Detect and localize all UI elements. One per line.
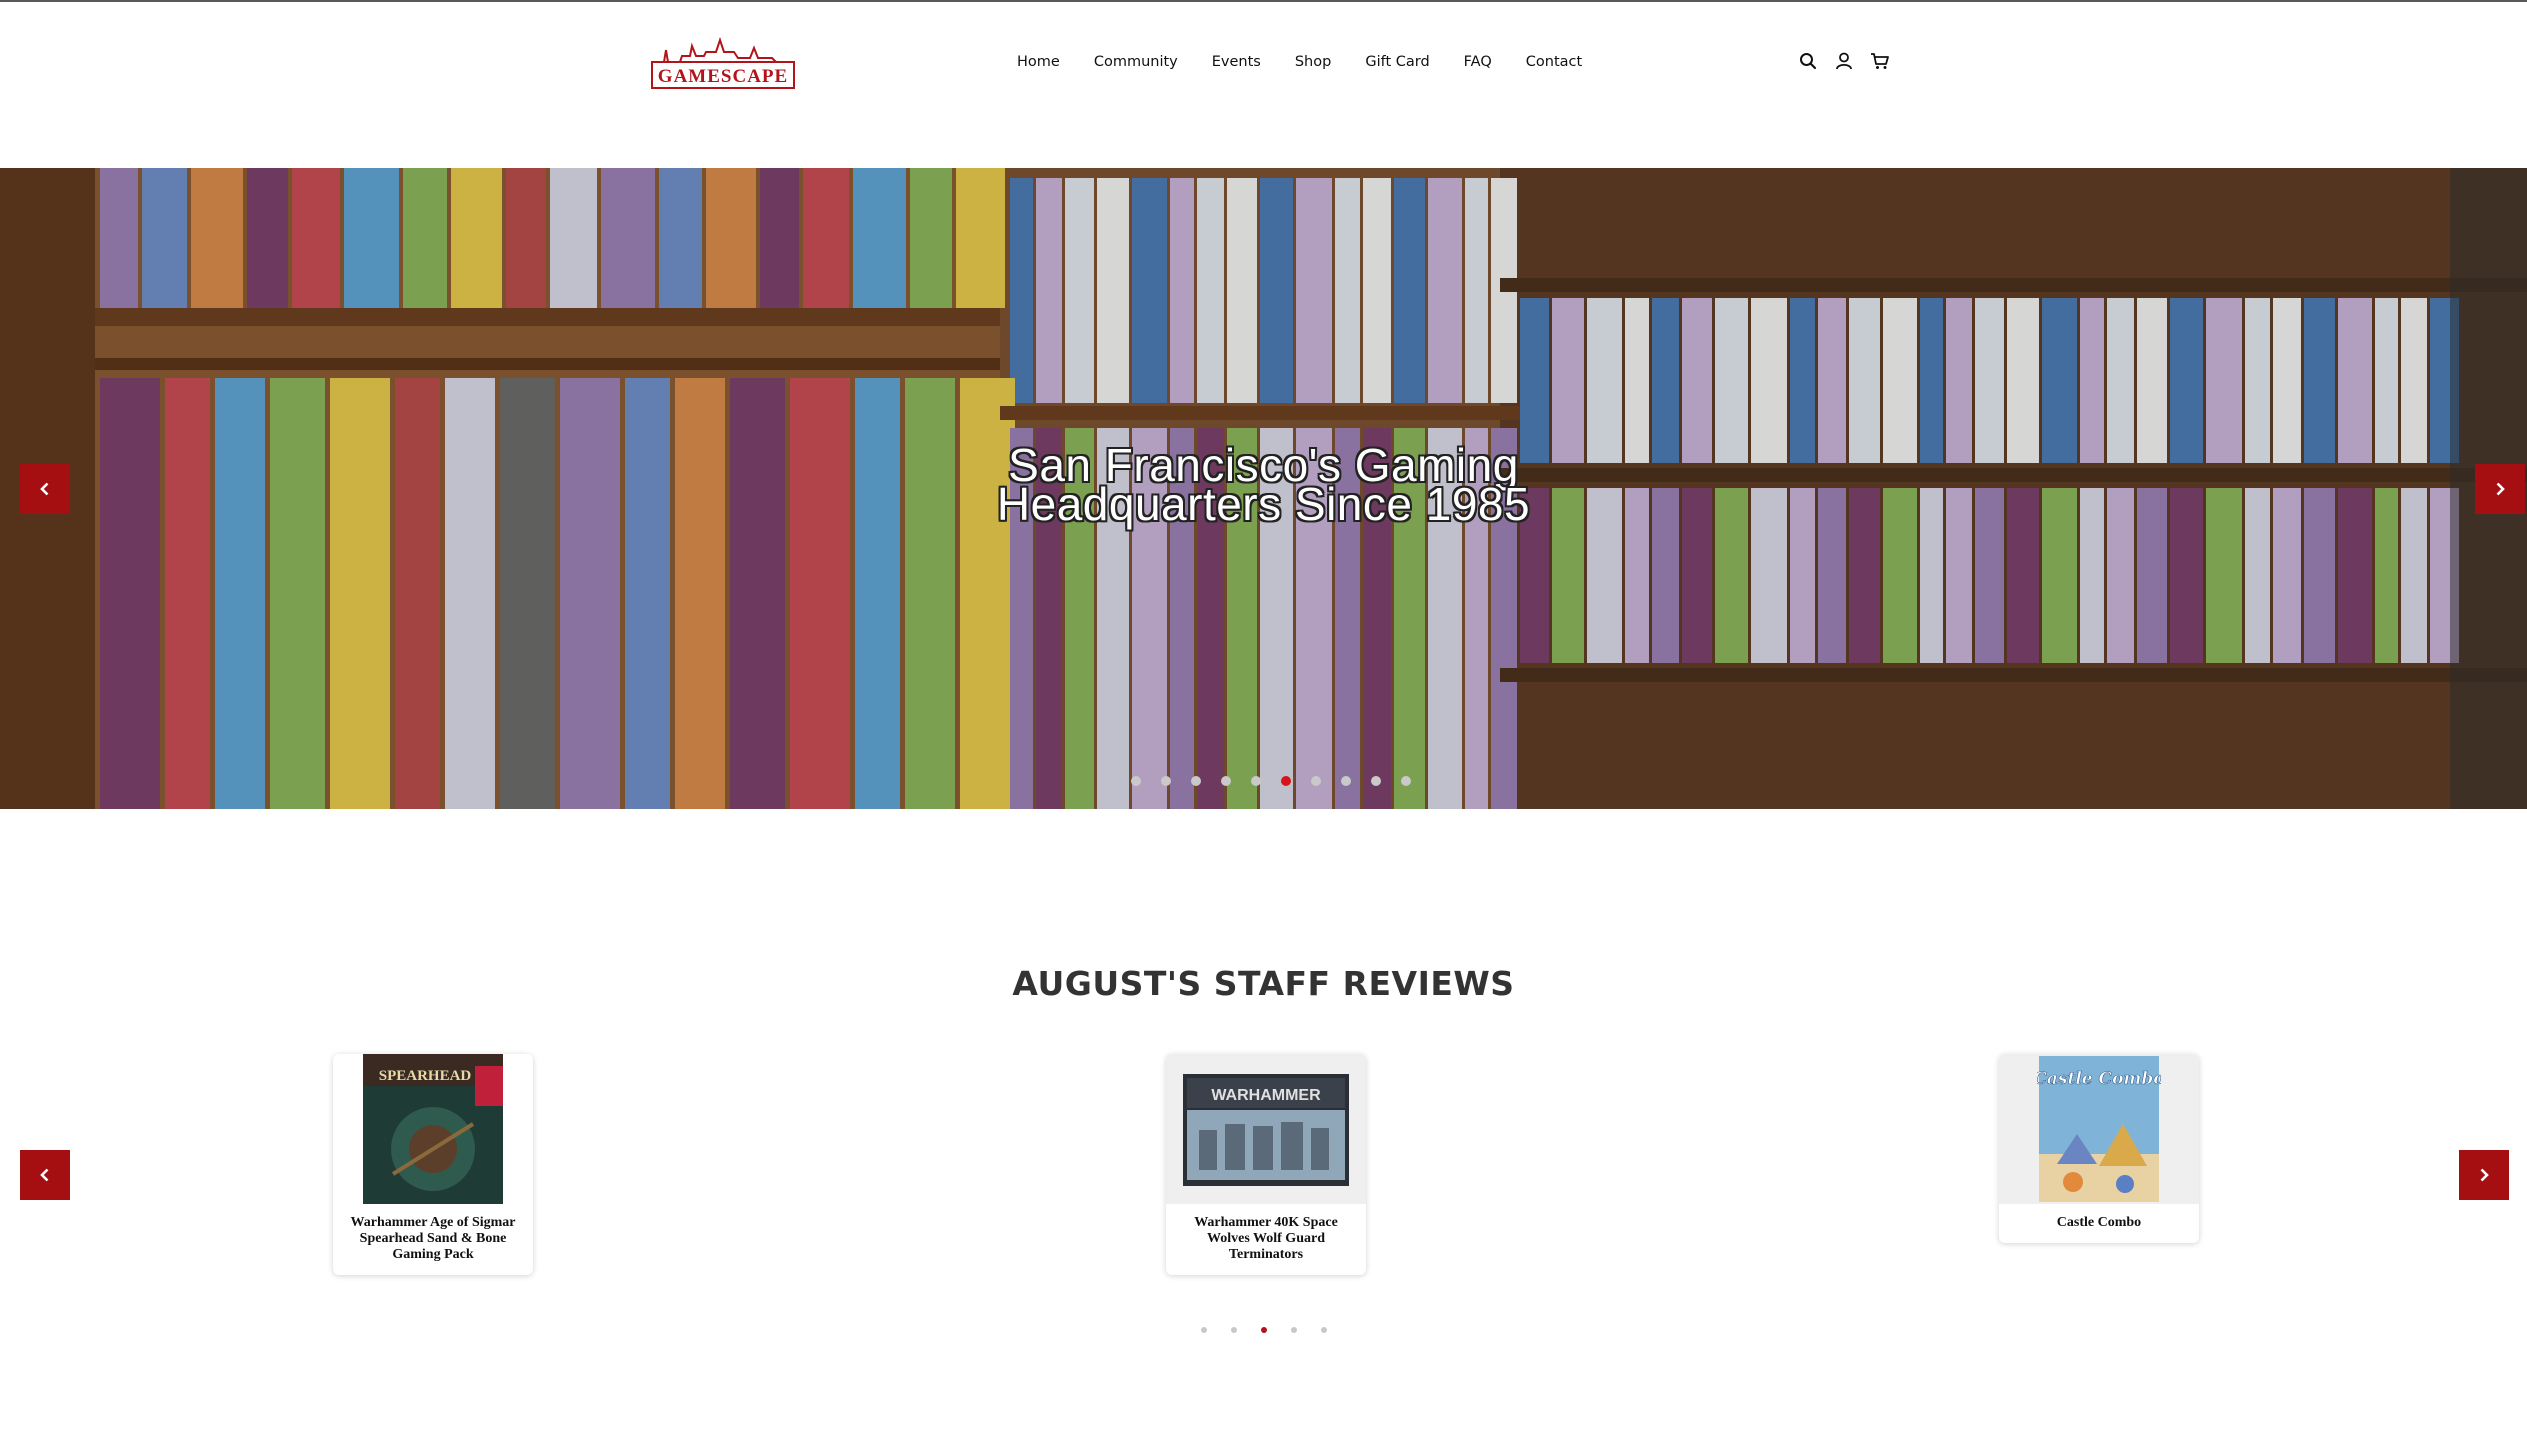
header-icons bbox=[1797, 48, 1891, 74]
hero-dot[interactable] bbox=[1281, 776, 1291, 786]
logo-text: GAMESCAPE bbox=[658, 66, 788, 87]
product-name[interactable]: Castle Combo bbox=[1999, 1204, 2199, 1243]
review-dot[interactable] bbox=[1321, 1327, 1327, 1333]
nav-events[interactable]: Events bbox=[1195, 50, 1278, 74]
svg-text:Castle Combo: Castle Combo bbox=[2037, 1069, 2161, 1089]
review-dot[interactable] bbox=[1201, 1327, 1207, 1333]
nav-gift-card[interactable]: Gift Card bbox=[1348, 50, 1446, 74]
section-title: AUGUST'S STAFF REVIEWS bbox=[1012, 964, 1515, 1003]
review-card[interactable]: WARHAMMER Warhammer 40K Space Wolves Wol… bbox=[1166, 1054, 1366, 1275]
hero-title-line-2: Headquarters Since 1985 bbox=[996, 478, 1531, 530]
hero-pagination bbox=[1131, 776, 1411, 786]
chevron-left-icon bbox=[40, 482, 49, 496]
nav-contact[interactable]: Contact bbox=[1509, 50, 1599, 74]
cart-icon[interactable] bbox=[1869, 48, 1891, 74]
svg-text:SPEARHEAD: SPEARHEAD bbox=[379, 1068, 472, 1084]
product-image: SPEARHEAD bbox=[333, 1054, 533, 1204]
hero-prev-button[interactable] bbox=[20, 464, 70, 514]
hero-next-button[interactable] bbox=[2475, 464, 2525, 514]
site-header: GAMESCAPE Home Community Events Shop Gif… bbox=[0, 2, 2527, 168]
gamescape-logo[interactable]: GAMESCAPE bbox=[650, 32, 796, 94]
hero-carousel: San Francisco's Gaming Headquarters Sinc… bbox=[0, 168, 2527, 809]
nav-shop[interactable]: Shop bbox=[1278, 50, 1348, 74]
reviews-prev-button[interactable] bbox=[20, 1150, 70, 1200]
account-icon[interactable] bbox=[1833, 48, 1855, 74]
review-dot[interactable] bbox=[1291, 1327, 1297, 1333]
hero-dot[interactable] bbox=[1161, 776, 1171, 786]
chevron-right-icon bbox=[2496, 482, 2505, 496]
hero-dot[interactable] bbox=[1251, 776, 1261, 786]
hero-title: San Francisco's Gaming Headquarters Sinc… bbox=[0, 442, 2527, 530]
nav-home[interactable]: Home bbox=[1000, 50, 1077, 74]
hero-dot[interactable] bbox=[1371, 776, 1381, 786]
review-card[interactable]: Castle Combo Castle Combo bbox=[1999, 1054, 2199, 1243]
product-name[interactable]: Warhammer Age of Sigmar Spearhead Sand &… bbox=[333, 1204, 533, 1275]
product-name[interactable]: Warhammer 40K Space Wolves Wolf Guard Te… bbox=[1166, 1204, 1366, 1275]
chevron-right-icon bbox=[2480, 1168, 2489, 1182]
reviews-pagination bbox=[1201, 1327, 1327, 1333]
hero-dot[interactable] bbox=[1221, 776, 1231, 786]
hero-dot[interactable] bbox=[1311, 776, 1321, 786]
review-dot[interactable] bbox=[1261, 1327, 1267, 1333]
review-dot[interactable] bbox=[1231, 1327, 1237, 1333]
review-card[interactable]: SPEARHEAD Warhammer Age of Sigmar Spearh… bbox=[333, 1054, 533, 1275]
hero-dot[interactable] bbox=[1131, 776, 1141, 786]
svg-text:WARHAMMER: WARHAMMER bbox=[1211, 1087, 1321, 1104]
search-icon[interactable] bbox=[1797, 48, 1819, 74]
nav-faq[interactable]: FAQ bbox=[1447, 50, 1509, 74]
product-image: Castle Combo bbox=[1999, 1054, 2199, 1204]
nav-community[interactable]: Community bbox=[1077, 50, 1195, 74]
product-image: WARHAMMER bbox=[1166, 1054, 1366, 1204]
chevron-left-icon bbox=[40, 1168, 49, 1182]
reviews-next-button[interactable] bbox=[2459, 1150, 2509, 1200]
hero-dot[interactable] bbox=[1191, 776, 1201, 786]
hero-dot[interactable] bbox=[1401, 776, 1411, 786]
hero-dot[interactable] bbox=[1341, 776, 1351, 786]
main-nav: Home Community Events Shop Gift Card FAQ… bbox=[1000, 50, 1599, 74]
